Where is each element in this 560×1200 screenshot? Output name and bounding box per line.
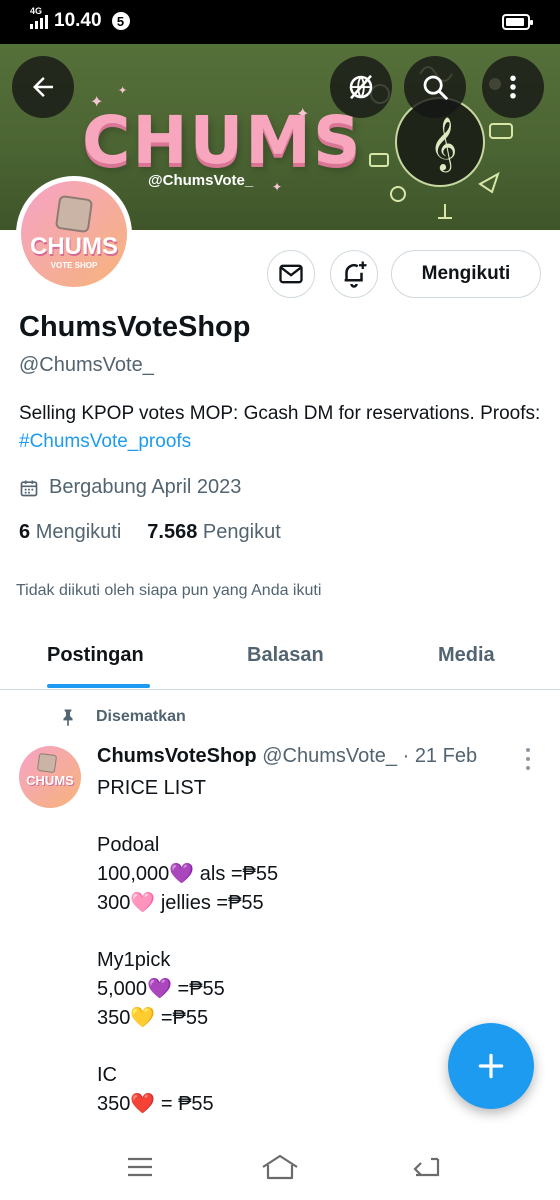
back-icon bbox=[413, 1157, 440, 1177]
not-followed-note: Tidak diikuti oleh siapa pun yang Anda i… bbox=[16, 582, 322, 599]
search-icon bbox=[423, 75, 448, 100]
post-author-name[interactable]: ChumsVoteShop bbox=[97, 745, 257, 767]
post-avatar-wordmark: CHUMS bbox=[26, 773, 74, 788]
signal-icon: 4G bbox=[30, 6, 48, 29]
profile-tabs: Postingan Balasan Media bbox=[0, 622, 560, 690]
more-dot-icon bbox=[526, 766, 530, 770]
join-date-text: Bergabung April 2023 bbox=[49, 476, 242, 498]
more-dot-icon bbox=[526, 757, 530, 761]
follow-stats: 6 Mengikuti 7.568 Pengikut bbox=[19, 521, 281, 544]
battery-icon bbox=[502, 14, 533, 30]
notify-button[interactable] bbox=[330, 250, 378, 298]
profile-avatar[interactable]: CHUMS VOTE SHOP bbox=[16, 176, 132, 292]
translate-off-button[interactable] bbox=[330, 56, 392, 118]
network-type: 4G bbox=[30, 6, 43, 16]
post-author-avatar[interactable]: CHUMS bbox=[19, 746, 81, 808]
notification-count-badge: 5 bbox=[111, 12, 130, 30]
more-options-button[interactable] bbox=[482, 56, 544, 118]
ballot-box-illustration bbox=[36, 752, 58, 774]
username: @ChumsVote_ bbox=[19, 354, 154, 376]
following-button[interactable]: Mengikuti bbox=[391, 250, 541, 298]
pin-icon bbox=[63, 709, 73, 727]
followers-label: Pengikut bbox=[202, 521, 281, 543]
post-date[interactable]: 21 Feb bbox=[415, 745, 477, 767]
slashed-globe-icon bbox=[349, 74, 373, 100]
clock: 10.40 bbox=[54, 10, 102, 31]
banner-handle: @ChumsVote_ bbox=[148, 172, 254, 189]
following-stat-link[interactable]: 6 Mengikuti bbox=[19, 521, 121, 544]
tab-media[interactable]: Media bbox=[438, 644, 495, 667]
pinned-label-text: Disematkan bbox=[96, 708, 186, 725]
post-meta-separator: · bbox=[397, 745, 415, 767]
arrow-left-icon bbox=[33, 77, 53, 97]
home-icon bbox=[262, 1154, 298, 1180]
compose-post-button[interactable] bbox=[448, 1023, 534, 1109]
post-more-button[interactable] bbox=[520, 748, 536, 770]
nav-home-button[interactable] bbox=[260, 1152, 300, 1182]
post-header: ChumsVoteShop @ChumsVote_ · 21 Feb bbox=[97, 745, 477, 768]
status-left: 4G 10.40 5 bbox=[30, 6, 130, 32]
banner-wordmark: CHUMS bbox=[82, 102, 363, 179]
sparkle-decoration: ✦ bbox=[272, 180, 283, 194]
svg-text:𝄞: 𝄞 bbox=[430, 116, 457, 172]
active-tab-indicator bbox=[47, 684, 150, 688]
pinned-label: Disematkan bbox=[58, 706, 186, 728]
plus-icon bbox=[478, 1053, 504, 1079]
envelope-icon bbox=[279, 264, 303, 284]
sparkle-decoration: ✦ bbox=[118, 85, 128, 97]
display-name: ChumsVoteShop bbox=[19, 311, 251, 343]
following-label: Mengikuti bbox=[35, 521, 122, 543]
join-date: Bergabung April 2023 bbox=[19, 476, 241, 499]
more-vertical-icon bbox=[510, 75, 516, 99]
calendar-icon bbox=[20, 480, 38, 496]
system-nav-bar bbox=[0, 1130, 560, 1200]
menu-icon bbox=[128, 1157, 152, 1177]
tab-posts[interactable]: Postingan bbox=[47, 644, 144, 667]
bio-text: Selling KPOP votes MOP: Gcash DM for res… bbox=[19, 403, 541, 424]
bio: Selling KPOP votes MOP: Gcash DM for res… bbox=[19, 400, 544, 456]
followers-count: 7.568 bbox=[147, 521, 198, 543]
nav-back-button[interactable] bbox=[406, 1152, 446, 1182]
bell-plus-icon bbox=[344, 261, 367, 288]
tab-replies[interactable]: Balasan bbox=[247, 644, 324, 667]
message-button[interactable] bbox=[267, 250, 315, 298]
avatar-subtitle: VOTE SHOP bbox=[50, 261, 98, 270]
nav-menu-button[interactable] bbox=[120, 1152, 160, 1182]
post-author-handle[interactable]: @ChumsVote_ bbox=[262, 745, 397, 767]
back-button[interactable] bbox=[12, 56, 74, 118]
search-button[interactable] bbox=[404, 56, 466, 118]
following-count: 6 bbox=[19, 521, 31, 543]
more-dot-icon bbox=[526, 748, 530, 752]
followers-stat-link[interactable]: 7.568 Pengikut bbox=[147, 521, 280, 544]
status-bar: 4G 10.40 5 bbox=[0, 0, 560, 44]
avatar-wordmark: CHUMS bbox=[30, 233, 118, 260]
ballot-box-illustration bbox=[54, 194, 94, 234]
post-text: PRICE LIST Podoal 100,000💜 als =₱55 300🩷… bbox=[97, 777, 279, 1115]
bio-hashtag-link[interactable]: #ChumsVote_proofs bbox=[19, 431, 191, 452]
